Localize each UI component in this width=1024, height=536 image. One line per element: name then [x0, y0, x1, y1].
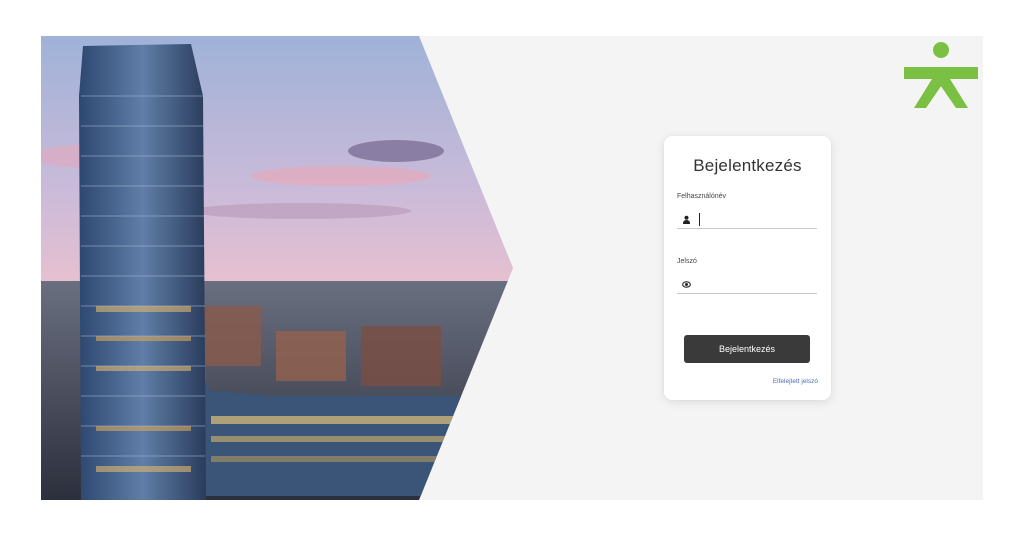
forgot-password-link[interactable]: Elfelejtett jelszó [773, 378, 818, 385]
username-label: Felhasználónév [677, 193, 727, 200]
login-title: Bejelentkezés [693, 156, 802, 175]
password-label: Jelszó [677, 258, 697, 265]
password-input[interactable] [699, 277, 814, 293]
login-card: Bejelentkezés Felhasználónév Jelszó Beje… [664, 136, 831, 400]
brand-logo-icon [904, 42, 978, 108]
login-page: Bejelentkezés Felhasználónév Jelszó Beje… [41, 36, 983, 500]
eye-icon[interactable] [682, 280, 691, 289]
username-field[interactable] [677, 212, 817, 229]
username-input[interactable] [699, 212, 814, 228]
password-field[interactable] [677, 277, 817, 294]
hero-image [41, 36, 513, 500]
user-icon [682, 215, 691, 224]
login-button[interactable]: Bejelentkezés [684, 335, 810, 363]
